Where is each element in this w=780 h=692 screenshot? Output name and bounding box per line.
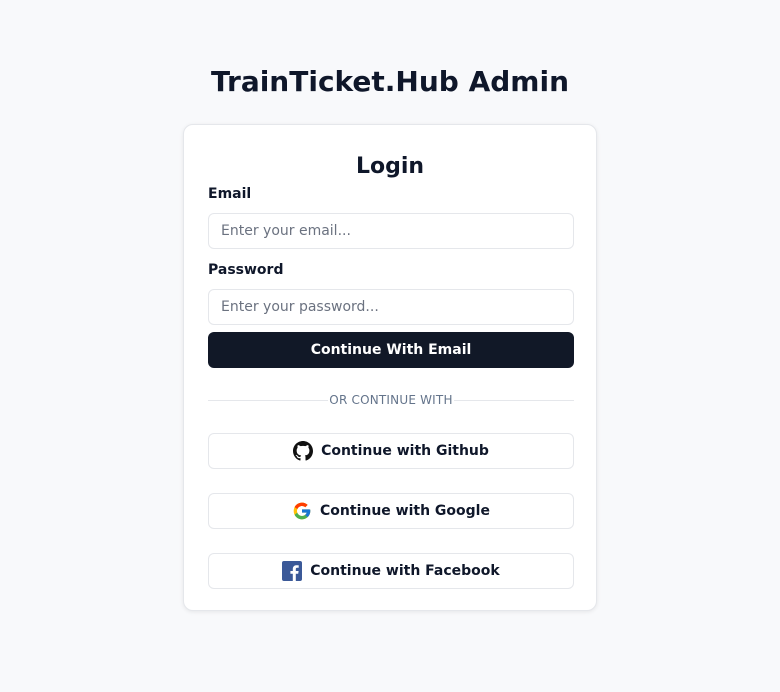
github-login-button[interactable]: Continue with Github — [208, 433, 574, 469]
login-title: Login — [355, 154, 425, 179]
facebook-login-button[interactable]: Continue with Facebook — [208, 553, 574, 589]
email-field[interactable] — [208, 213, 574, 249]
password-field[interactable] — [208, 289, 574, 325]
github-button-label: Continue with Github — [321, 443, 489, 459]
github-icon — [293, 441, 314, 461]
password-label: Password — [208, 262, 284, 278]
google-login-button[interactable]: Continue with Google — [208, 493, 574, 529]
page-title: TrainTicket.Hub Admin — [210, 65, 569, 98]
divider-line-right — [454, 400, 574, 401]
google-icon — [292, 501, 312, 521]
continue-with-email-button[interactable]: Continue With Email — [208, 332, 574, 368]
google-button-label: Continue with Google — [320, 503, 490, 519]
divider: OR CONTINUE WITH — [208, 393, 574, 407]
facebook-button-label: Continue with Facebook — [310, 563, 500, 579]
login-card: Login Email Password Continue With Email… — [183, 124, 597, 611]
facebook-icon — [282, 561, 303, 581]
email-label: Email — [208, 186, 252, 202]
